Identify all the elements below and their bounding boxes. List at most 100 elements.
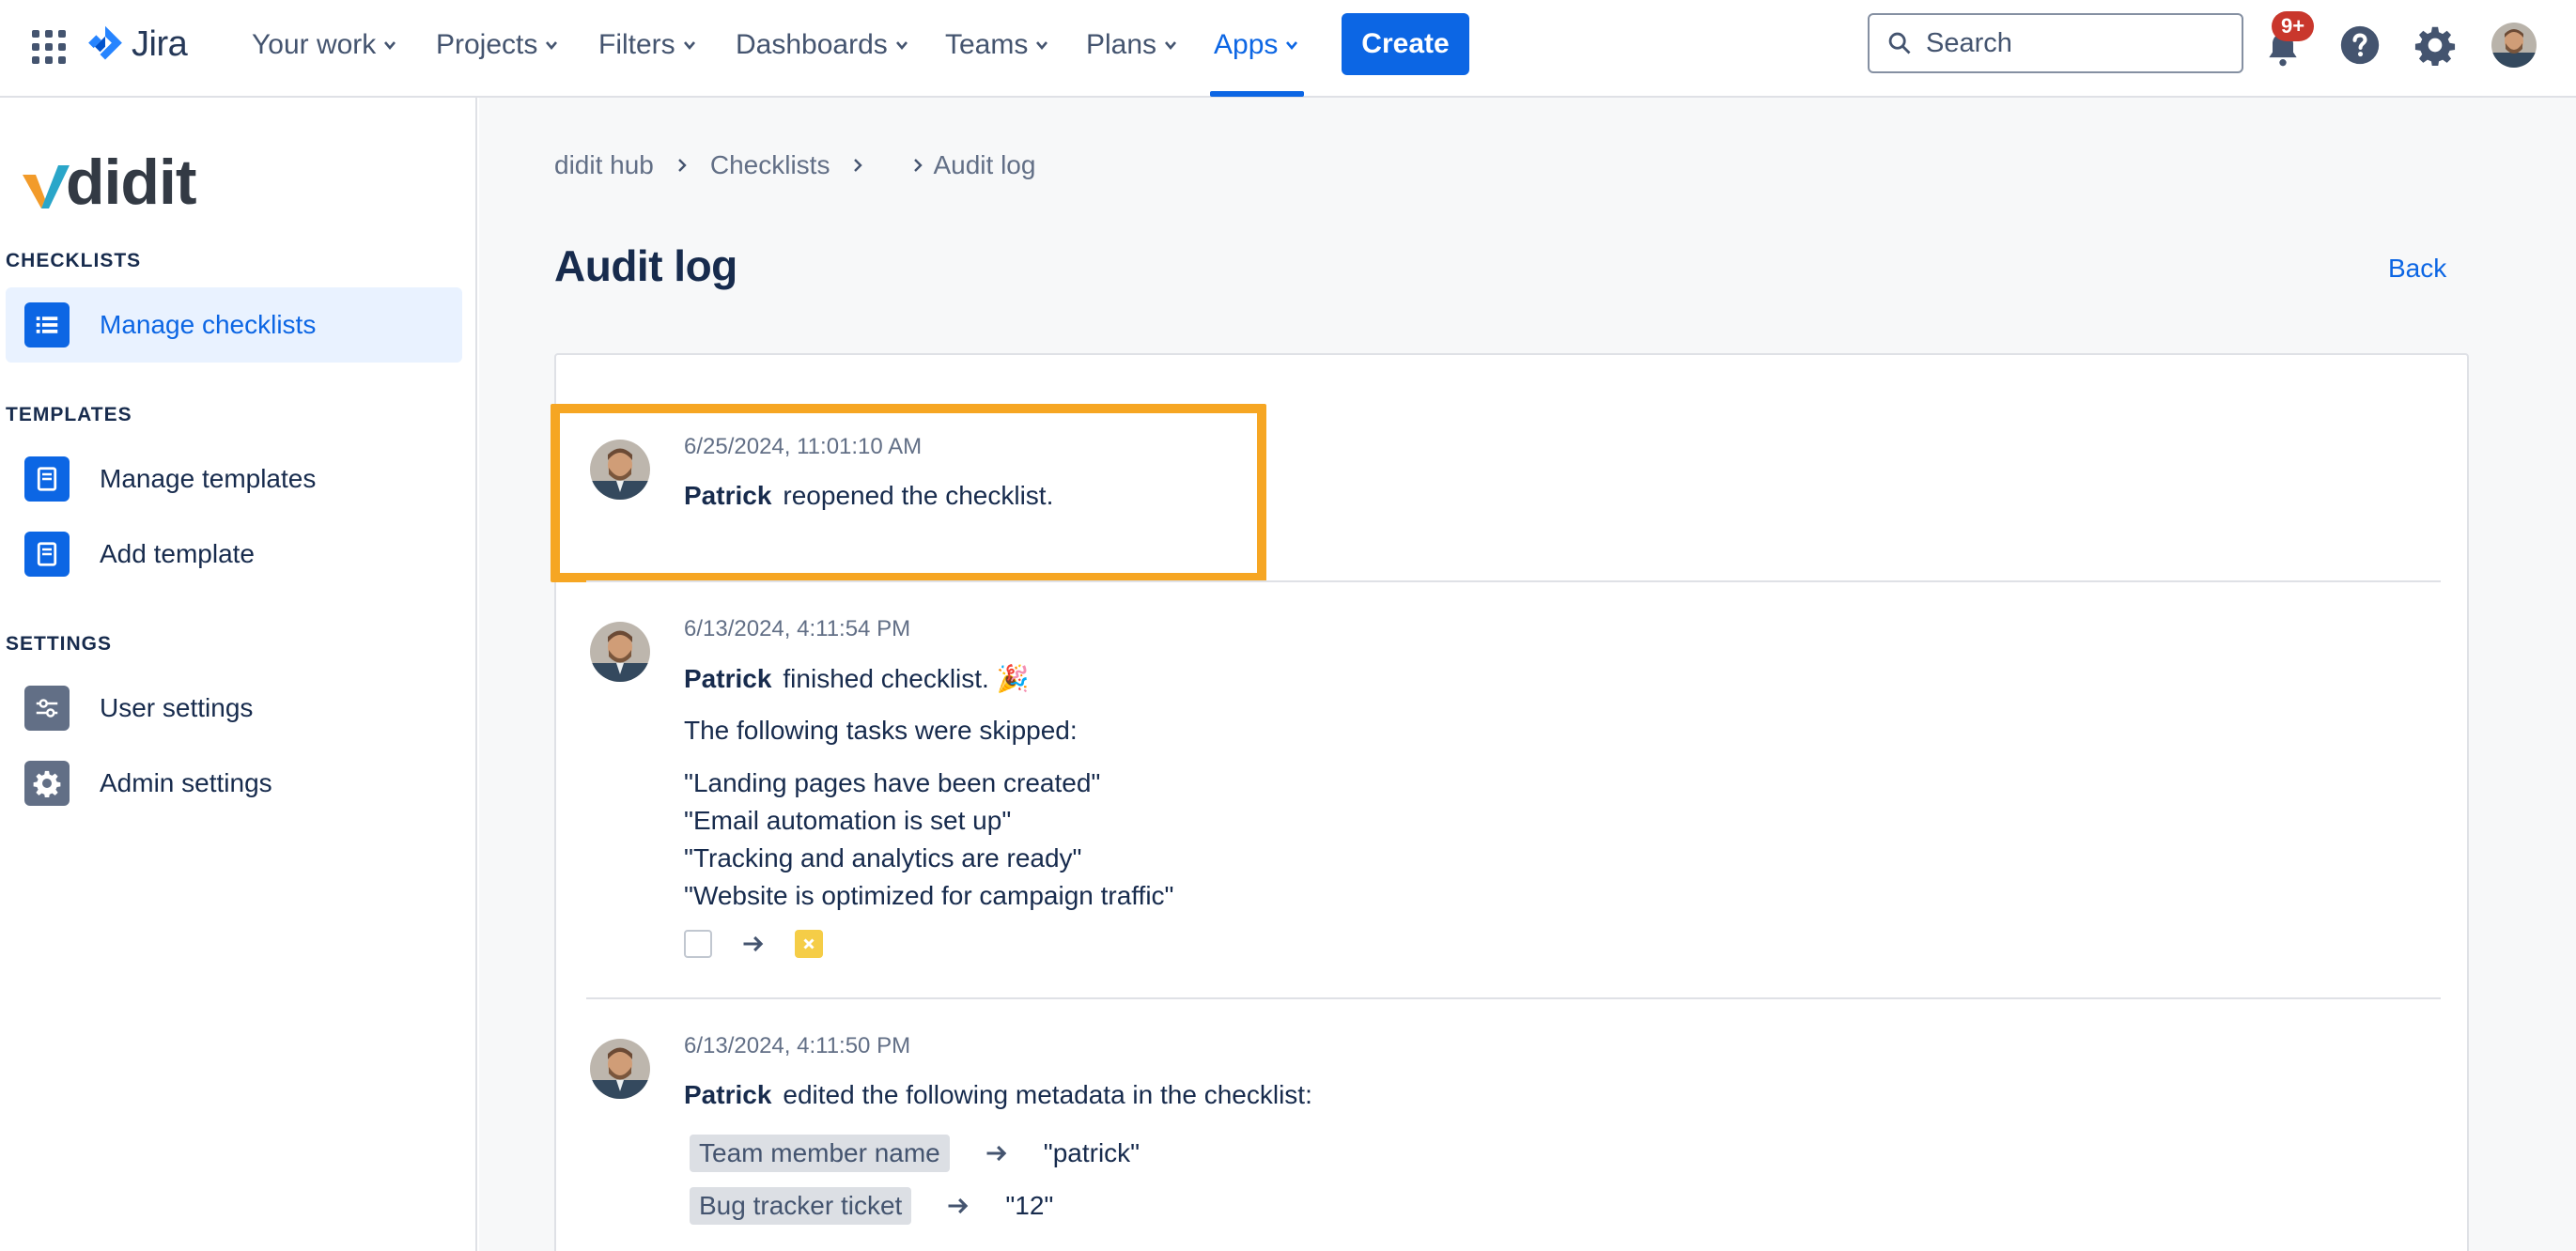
skipped-task: "Email automation is set up": [684, 806, 1012, 835]
metadata-change-row: Bug tracker ticket "12": [690, 1187, 1053, 1225]
metadata-value: "12": [1005, 1191, 1054, 1220]
page-title: Audit log: [554, 241, 737, 290]
jira-logo[interactable]: Jira: [85, 21, 188, 68]
chevron-right-icon: [678, 159, 687, 172]
gear-icon: [24, 761, 70, 806]
document-icon: [24, 456, 70, 502]
nav-label: Your work: [252, 29, 377, 60]
chevron-right-icon: [854, 159, 863, 172]
entry-description: Patrick edited the following metadata in …: [684, 1080, 1312, 1110]
nav-label: Projects: [436, 29, 538, 60]
search-icon: [1888, 32, 1911, 54]
didit-wordmark: didit: [66, 147, 197, 218]
nav-label: Teams: [945, 29, 1029, 60]
entry-description: Patrick finished checklist. 🎉: [684, 663, 1029, 694]
metadata-field: Team member name: [690, 1135, 950, 1172]
active-nav-indicator: [1210, 91, 1304, 97]
chevron-down-icon: [384, 41, 396, 51]
sidebar-item-label: Add template: [100, 539, 255, 568]
sidebar: didit CHECKLISTS Manage checklists TEMPL…: [0, 98, 477, 1251]
section-title-checklists: CHECKLISTS: [6, 250, 142, 271]
chevron-down-icon: [546, 41, 558, 51]
main-content: didit hub Checklists Audit log Audit log…: [479, 98, 2576, 1251]
user-avatar: [590, 1039, 650, 1099]
nav-plans[interactable]: Plans: [1086, 26, 1177, 64]
sidebar-item-manage-templates[interactable]: Manage templates: [6, 441, 462, 517]
unchecked-checkbox-icon: [684, 930, 712, 958]
nav-label: Plans: [1086, 29, 1157, 60]
search-input[interactable]: [1926, 27, 2227, 59]
chevron-down-icon: [683, 41, 695, 51]
arrow-right-icon: [743, 935, 764, 952]
sidebar-item-label: Admin settings: [100, 768, 272, 797]
entry-divider: [586, 997, 2441, 999]
arrow-right-icon: [986, 1145, 1007, 1162]
breadcrumb-didit-hub[interactable]: didit hub: [554, 150, 654, 180]
user-avatar: [590, 622, 650, 682]
metadata-value: "patrick": [1043, 1138, 1141, 1167]
audit-log-panel: 6/25/2024, 11:01:10 AM Patrick reopened t…: [551, 353, 2469, 1251]
state-change: [684, 930, 823, 958]
help-icon[interactable]: [2339, 24, 2381, 66]
skipped-task: "Website is optimized for campaign traff…: [684, 881, 1174, 910]
sidebar-item-label: Manage checklists: [100, 310, 317, 339]
didit-check-logo-icon: [23, 165, 70, 208]
list-icon: [24, 302, 70, 348]
entry-detail: The following tasks were skipped:: [684, 716, 1078, 745]
breadcrumb-checklists[interactable]: Checklists: [710, 150, 830, 180]
entry-action: edited the following metadata in the che…: [783, 1080, 1312, 1109]
sidebar-item-admin-settings[interactable]: Admin settings: [6, 746, 462, 821]
user-photo-icon: [590, 622, 650, 682]
breadcrumb: didit hub Checklists Audit log: [554, 150, 1035, 180]
entry-action: finished checklist. 🎉: [783, 664, 1030, 693]
arrow-right-icon: [948, 1197, 969, 1214]
didit-logo[interactable]: didit: [21, 147, 197, 218]
gear-icon[interactable]: [2414, 24, 2456, 66]
search-field[interactable]: [1868, 13, 2243, 73]
top-navigation: Jira Your work Projects Filters Dashboar…: [0, 0, 2576, 98]
skipped-checkbox-icon: [795, 930, 823, 958]
entry-timestamp: 6/13/2024, 4:11:50 PM: [684, 1033, 911, 1058]
nav-projects[interactable]: Projects: [436, 26, 558, 64]
chevron-right-icon: [914, 159, 923, 172]
nav-label: Filters: [598, 29, 675, 60]
chevron-down-icon: [1165, 41, 1177, 51]
create-button[interactable]: Create: [1342, 13, 1469, 75]
sidebar-item-add-template[interactable]: Add template: [6, 517, 462, 592]
entry-divider: [586, 580, 2441, 582]
entry-user: Patrick: [684, 1080, 772, 1109]
nav-filters[interactable]: Filters: [598, 26, 696, 64]
app-switcher-icon[interactable]: [28, 26, 66, 64]
nav-teams[interactable]: Teams: [945, 26, 1048, 64]
sidebar-item-manage-checklists[interactable]: Manage checklists: [6, 287, 462, 363]
sidebar-item-label: User settings: [100, 693, 254, 722]
highlight-box: [551, 404, 1266, 582]
entry-user: Patrick: [684, 664, 772, 693]
metadata-change-row: Team member name "patrick": [690, 1135, 1140, 1172]
profile-avatar[interactable]: [2491, 23, 2537, 68]
nav-dashboards[interactable]: Dashboards: [736, 26, 908, 64]
section-title-templates: TEMPLATES: [6, 404, 132, 425]
chevron-down-icon: [1286, 41, 1298, 51]
sidebar-item-user-settings[interactable]: User settings: [6, 671, 462, 746]
user-photo-icon: [590, 1039, 650, 1099]
document-icon: [24, 532, 70, 577]
nav-apps[interactable]: Apps: [1214, 26, 1298, 64]
back-link[interactable]: Back: [2388, 254, 2446, 284]
skipped-task: "Tracking and analytics are ready": [684, 843, 1082, 873]
jira-wordmark: Jira: [132, 23, 188, 64]
section-title-settings: SETTINGS: [6, 633, 113, 655]
jira-logo-icon: [88, 25, 122, 60]
entry-timestamp: 6/13/2024, 4:11:54 PM: [684, 616, 911, 641]
metadata-field: Bug tracker ticket: [690, 1187, 912, 1225]
nav-your-work[interactable]: Your work: [252, 26, 396, 64]
nav-label: Apps: [1214, 29, 1279, 60]
nav-label: Dashboards: [736, 29, 888, 60]
sliders-icon: [24, 686, 70, 731]
user-photo-icon: [2491, 23, 2537, 68]
breadcrumb-audit-log[interactable]: Audit log: [933, 150, 1035, 180]
notification-badge: 9+: [2272, 11, 2315, 41]
chevron-down-icon: [1036, 41, 1048, 51]
sidebar-item-label: Manage templates: [100, 464, 317, 493]
chevron-down-icon: [895, 41, 908, 51]
